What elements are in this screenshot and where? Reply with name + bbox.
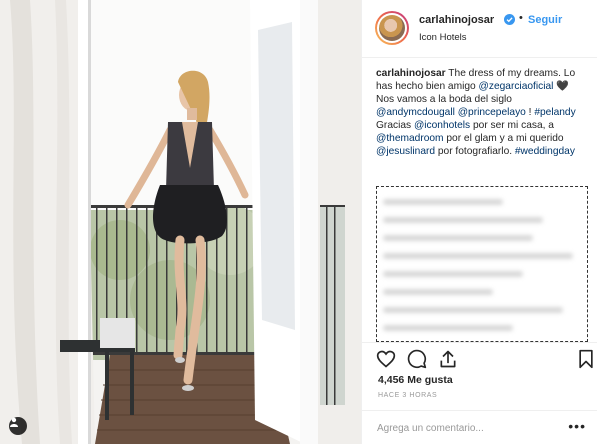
user-tag-button[interactable]	[9, 417, 27, 435]
blurred-comment-line	[383, 235, 533, 241]
comment-input[interactable]	[377, 420, 557, 436]
username-link[interactable]: carlahinojosar	[419, 14, 494, 26]
avatar[interactable]	[375, 11, 409, 45]
post-side-panel: carlahinojosar • Seguir Icon Hotels carl…	[361, 0, 597, 444]
likes-count[interactable]: 4,456 Me gusta	[378, 374, 453, 386]
blurred-comment-line	[383, 271, 523, 277]
caption-segment: Gracias	[376, 120, 414, 131]
mention-link[interactable]: @jesuslinard	[376, 146, 435, 157]
more-options-button[interactable]: •••	[568, 419, 586, 433]
blurred-comment-line	[383, 217, 543, 223]
blurred-comment-line	[383, 253, 573, 259]
mention-link[interactable]: @andymcdougall	[376, 107, 455, 118]
blurred-comment-line	[383, 199, 503, 205]
mention-link[interactable]: @zegarciaoficial	[479, 81, 554, 92]
blurred-comment-line	[383, 325, 513, 331]
post-timestamp: HACE 3 HORAS	[378, 392, 438, 399]
verified-badge-icon	[504, 14, 515, 25]
post-header: carlahinojosar • Seguir Icon Hotels	[362, 0, 597, 58]
share-icon[interactable]	[438, 349, 458, 369]
photo-illustration	[0, 0, 361, 444]
comment-bar: •••	[362, 410, 597, 444]
mention-link[interactable]: @iconhotels	[414, 120, 470, 131]
heart-icon[interactable]	[376, 349, 396, 369]
person-tag-icon	[10, 417, 18, 427]
blurred-comment-line	[383, 289, 493, 295]
comment-icon[interactable]	[407, 349, 427, 369]
action-bar	[362, 342, 597, 374]
post-photo[interactable]	[0, 0, 361, 444]
hashtag-link[interactable]: #pelandy	[534, 107, 575, 118]
blurred-comment-line	[383, 307, 563, 313]
caption-username[interactable]: carlahinojosar	[376, 68, 446, 79]
avatar-image	[379, 15, 405, 41]
mention-link[interactable]: @princepelayo	[458, 107, 526, 118]
hashtag-link[interactable]: #weddingday	[515, 146, 575, 157]
caption-segment: por fotografiarlo.	[435, 146, 515, 157]
location-link[interactable]: Icon Hotels	[419, 32, 467, 43]
mention-link[interactable]: @themadroom	[376, 133, 444, 144]
follow-button[interactable]: Seguir	[528, 14, 562, 26]
caption-text: carlahinojosar The dress of my dreams. L…	[376, 67, 586, 158]
blurred-comments	[376, 186, 588, 342]
caption-area: carlahinojosar The dress of my dreams. L…	[376, 67, 586, 158]
caption-segment: por el glam y a mi querido	[443, 133, 564, 144]
bookmark-icon[interactable]	[576, 349, 596, 369]
caption-segment: por ser mi casa, a	[470, 120, 554, 131]
header-separator: •	[519, 12, 523, 24]
